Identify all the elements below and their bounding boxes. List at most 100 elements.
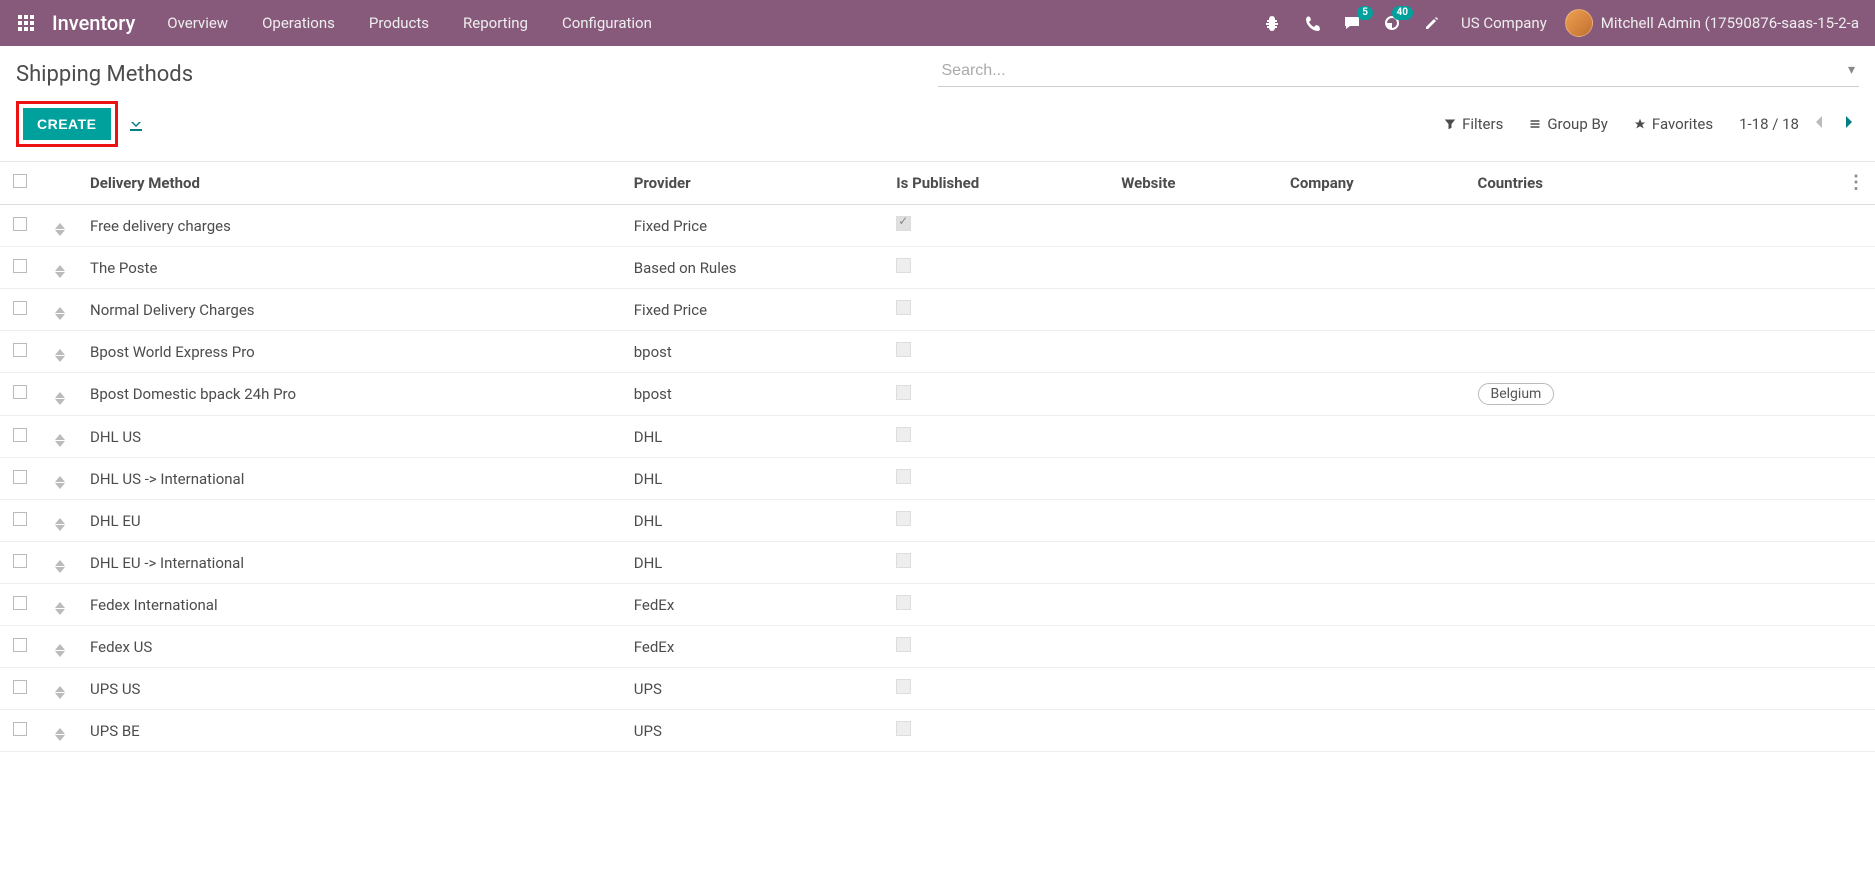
row-checkbox[interactable] <box>13 722 27 736</box>
nav-operations[interactable]: Operations <box>248 2 349 44</box>
cell-countries <box>1468 500 1838 542</box>
groupby-button[interactable]: Group By <box>1529 115 1608 133</box>
table-row[interactable]: Fedex US FedEx <box>0 626 1875 668</box>
published-checkbox[interactable] <box>896 342 911 357</box>
col-company[interactable]: Company <box>1280 162 1468 205</box>
app-brand[interactable]: Inventory <box>48 11 149 35</box>
published-checkbox[interactable] <box>896 553 911 568</box>
col-method[interactable]: Delivery Method <box>80 162 624 205</box>
row-checkbox[interactable] <box>13 638 27 652</box>
row-checkbox[interactable] <box>13 680 27 694</box>
select-all-checkbox[interactable] <box>13 174 27 188</box>
drag-handle-icon[interactable] <box>55 307 65 320</box>
published-checkbox[interactable] <box>896 679 911 694</box>
cell-method: Fedex US <box>80 626 624 668</box>
nav-reporting[interactable]: Reporting <box>449 2 542 44</box>
row-checkbox[interactable] <box>13 385 27 399</box>
row-checkbox[interactable] <box>13 428 27 442</box>
published-checkbox[interactable] <box>896 595 911 610</box>
col-select-all <box>0 162 40 205</box>
avatar <box>1565 9 1593 37</box>
cell-website <box>1111 668 1280 710</box>
published-checkbox[interactable] <box>896 637 911 652</box>
drag-handle-icon[interactable] <box>55 644 65 657</box>
tools-icon[interactable] <box>1421 12 1443 34</box>
activities-badge: 40 <box>1392 6 1413 20</box>
published-checkbox[interactable] <box>896 258 911 273</box>
messages-icon[interactable]: 5 <box>1341 12 1363 34</box>
search-input[interactable] <box>938 56 1860 87</box>
search-caret-icon[interactable]: ▾ <box>1848 62 1855 78</box>
row-checkbox[interactable] <box>13 512 27 526</box>
options-icon[interactable]: ⋮ <box>1847 172 1865 193</box>
cell-provider: DHL <box>624 542 887 584</box>
drag-handle-icon[interactable] <box>55 223 65 236</box>
table-row[interactable]: UPS BE UPS <box>0 710 1875 752</box>
row-checkbox[interactable] <box>13 217 27 231</box>
published-checkbox[interactable] <box>896 721 911 736</box>
cell-countries <box>1468 584 1838 626</box>
create-button[interactable]: CREATE <box>23 108 111 140</box>
table-row[interactable]: Fedex International FedEx <box>0 584 1875 626</box>
drag-handle-icon[interactable] <box>55 602 65 615</box>
drag-handle-icon[interactable] <box>55 518 65 531</box>
cell-published <box>886 668 1111 710</box>
drag-handle-icon[interactable] <box>55 476 65 489</box>
row-checkbox[interactable] <box>13 596 27 610</box>
user-menu[interactable]: Mitchell Admin (17590876-saas-15-2-a <box>1565 9 1859 37</box>
col-countries[interactable]: Countries <box>1468 162 1838 205</box>
drag-handle-icon[interactable] <box>55 349 65 362</box>
nav-overview[interactable]: Overview <box>153 2 242 44</box>
table-row[interactable]: DHL EU -> International DHL <box>0 542 1875 584</box>
cell-published <box>886 416 1111 458</box>
drag-handle-icon[interactable] <box>55 434 65 447</box>
published-checkbox[interactable] <box>896 216 911 231</box>
table-row[interactable]: Normal Delivery Charges Fixed Price <box>0 289 1875 331</box>
cell-published <box>886 584 1111 626</box>
navbar-left: Inventory Overview Operations Products R… <box>8 2 666 44</box>
table-row[interactable]: Bpost World Express Pro bpost <box>0 331 1875 373</box>
favorites-button[interactable]: Favorites <box>1634 115 1713 133</box>
col-published[interactable]: Is Published <box>886 162 1111 205</box>
pager-next[interactable] <box>1839 111 1859 137</box>
breadcrumb: Shipping Methods <box>16 56 193 97</box>
table-row[interactable]: DHL US DHL <box>0 416 1875 458</box>
cell-method: UPS BE <box>80 710 624 752</box>
drag-handle-icon[interactable] <box>55 728 65 741</box>
published-checkbox[interactable] <box>896 300 911 315</box>
table-row[interactable]: Free delivery charges Fixed Price <box>0 205 1875 247</box>
bug-icon[interactable] <box>1261 12 1283 34</box>
table-row[interactable]: Bpost Domestic bpack 24h Pro bpost Belgi… <box>0 373 1875 416</box>
nav-products[interactable]: Products <box>355 2 443 44</box>
table-row[interactable]: DHL EU DHL <box>0 500 1875 542</box>
published-checkbox[interactable] <box>896 511 911 526</box>
row-checkbox[interactable] <box>13 554 27 568</box>
col-provider[interactable]: Provider <box>624 162 887 205</box>
row-checkbox[interactable] <box>13 301 27 315</box>
published-checkbox[interactable] <box>896 469 911 484</box>
drag-handle-icon[interactable] <box>55 686 65 699</box>
row-checkbox[interactable] <box>13 259 27 273</box>
row-checkbox[interactable] <box>13 343 27 357</box>
import-icon[interactable] <box>128 116 144 132</box>
company-switcher[interactable]: US Company <box>1461 14 1547 32</box>
pager-prev[interactable] <box>1809 111 1829 137</box>
table-row[interactable]: DHL US -> International DHL <box>0 458 1875 500</box>
drag-handle-icon[interactable] <box>55 560 65 573</box>
published-checkbox[interactable] <box>896 385 911 400</box>
row-checkbox[interactable] <box>13 470 27 484</box>
phone-icon[interactable] <box>1301 12 1323 34</box>
cell-website <box>1111 584 1280 626</box>
table-row[interactable]: UPS US UPS <box>0 668 1875 710</box>
published-checkbox[interactable] <box>896 427 911 442</box>
col-website[interactable]: Website <box>1111 162 1280 205</box>
activities-icon[interactable]: 40 <box>1381 12 1403 34</box>
drag-handle-icon[interactable] <box>55 392 65 405</box>
cell-company <box>1280 331 1468 373</box>
table-row[interactable]: The Poste Based on Rules <box>0 247 1875 289</box>
filters-button[interactable]: Filters <box>1444 115 1503 133</box>
country-tag[interactable]: Belgium <box>1478 383 1555 405</box>
drag-handle-icon[interactable] <box>55 265 65 278</box>
apps-icon[interactable] <box>8 7 44 39</box>
nav-configuration[interactable]: Configuration <box>548 2 666 44</box>
